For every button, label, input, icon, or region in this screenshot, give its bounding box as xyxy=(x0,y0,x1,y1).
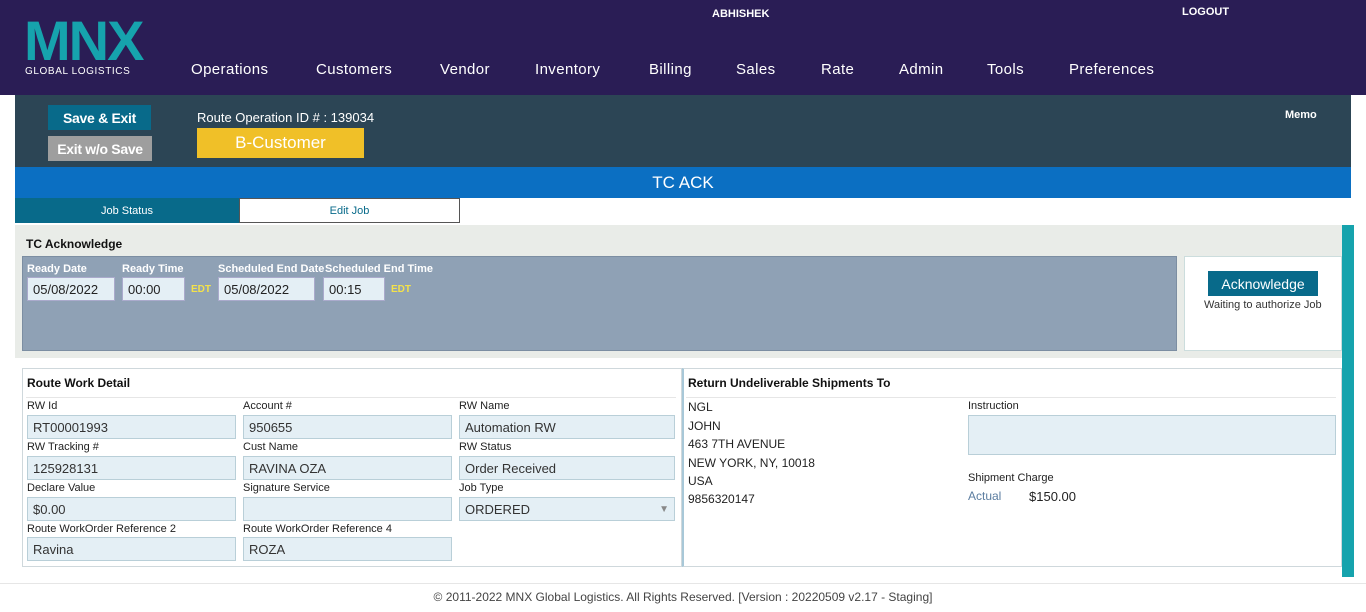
save-exit-button[interactable]: Save & Exit xyxy=(48,105,151,130)
declare-value-label: Declare Value xyxy=(27,482,96,494)
nav-customers[interactable]: Customers xyxy=(316,61,392,78)
status-title-bar: TC ACK xyxy=(15,167,1351,198)
logout-link[interactable]: LOGOUT xyxy=(1182,6,1229,18)
footer-divider xyxy=(0,583,1366,584)
return-address-line: 463 7TH AVENUE xyxy=(688,437,786,451)
return-phone: 9856320147 xyxy=(688,492,755,506)
scheduled-end-date-label: Scheduled End Date xyxy=(218,263,325,275)
actual-amount: $150.00 xyxy=(1029,489,1076,504)
nav-rate[interactable]: Rate xyxy=(821,61,854,78)
customer-badge: B-Customer xyxy=(197,128,364,158)
reference-2-field[interactable]: Ravina xyxy=(27,537,236,561)
tc-acknowledge-title: TC Acknowledge xyxy=(26,237,123,251)
return-address-line: NGL xyxy=(688,400,713,414)
return-address-line: USA xyxy=(688,474,713,488)
scheduled-end-date-field[interactable]: 05/08/2022 xyxy=(218,277,315,301)
return-shipments-title: Return Undeliverable Shipments To xyxy=(688,376,891,390)
rw-status-field[interactable]: Order Received xyxy=(459,456,675,480)
instruction-label: Instruction xyxy=(968,400,1019,412)
cust-name-field[interactable]: RAVINA OZA xyxy=(243,456,452,480)
ready-timezone: EDT xyxy=(191,284,211,295)
nav-inventory[interactable]: Inventory xyxy=(535,61,600,78)
end-timezone: EDT xyxy=(391,284,411,295)
signature-service-label: Signature Service xyxy=(243,482,330,494)
operation-bar: Save & Exit Exit w/o Save Route Operatio… xyxy=(15,95,1351,167)
shipment-charge-label: Shipment Charge xyxy=(968,472,1054,484)
ready-time-field[interactable]: 00:00 xyxy=(122,277,185,301)
scheduled-end-time-field[interactable]: 00:15 xyxy=(323,277,385,301)
reference-2-label: Route WorkOrder Reference 2 xyxy=(27,523,176,535)
instruction-field[interactable] xyxy=(968,415,1336,455)
divider xyxy=(26,397,676,398)
route-work-detail-title: Route Work Detail xyxy=(27,376,131,390)
footer-copyright: © 2011-2022 MNX Global Logistics. All Ri… xyxy=(433,590,933,604)
rw-tracking-field[interactable]: 125928131 xyxy=(27,456,236,480)
scheduled-end-time-label: Scheduled End Time xyxy=(325,263,433,275)
job-type-value: ORDERED xyxy=(465,501,531,517)
tab-job-status[interactable]: Job Status xyxy=(15,198,239,223)
job-type-label: Job Type xyxy=(459,482,504,494)
reference-4-label: Route WorkOrder Reference 4 xyxy=(243,523,392,535)
divider xyxy=(686,397,1336,398)
return-address-line: JOHN xyxy=(688,419,721,433)
actual-label: Actual xyxy=(968,489,1002,503)
scrollbar-thumb[interactable] xyxy=(1342,225,1354,577)
rw-tracking-label: RW Tracking # xyxy=(27,441,99,453)
job-type-select[interactable]: ORDERED ▼ xyxy=(459,497,675,521)
exit-without-save-button[interactable]: Exit w/o Save xyxy=(48,136,152,161)
memo-link[interactable]: Memo xyxy=(1285,109,1317,121)
acknowledge-status-note: Waiting to authorize Job xyxy=(1204,299,1322,311)
nav-tools[interactable]: Tools xyxy=(987,61,1024,78)
top-header: MNX GLOBAL LOGISTICS ABHISHEK LOGOUT Ope… xyxy=(0,0,1366,95)
route-operation-id: Route Operation ID # : 139034 xyxy=(197,110,375,125)
rw-id-label: RW Id xyxy=(27,400,58,412)
ready-time-label: Ready Time xyxy=(122,263,184,275)
nav-operations[interactable]: Operations xyxy=(191,61,268,78)
rw-status-label: RW Status xyxy=(459,441,512,453)
rw-name-label: RW Name xyxy=(459,400,510,412)
reference-4-field[interactable]: ROZA xyxy=(243,537,452,561)
signature-service-field[interactable] xyxy=(243,497,452,521)
account-label: Account # xyxy=(243,400,292,412)
main-nav: Operations Customers Vendor Inventory Bi… xyxy=(0,61,1366,81)
mnx-logo-mark: MNX xyxy=(24,14,146,62)
tab-edit-job[interactable]: Edit Job xyxy=(239,198,460,223)
ready-date-label: Ready Date xyxy=(27,263,87,275)
rw-id-field[interactable]: RT00001993 xyxy=(27,415,236,439)
nav-sales[interactable]: Sales xyxy=(736,61,776,78)
account-field[interactable]: 950655 xyxy=(243,415,452,439)
rw-name-field[interactable]: Automation RW xyxy=(459,415,675,439)
username: ABHISHEK xyxy=(712,8,770,20)
cust-name-label: Cust Name xyxy=(243,441,299,453)
nav-admin[interactable]: Admin xyxy=(899,61,944,78)
chevron-down-icon: ▼ xyxy=(659,504,669,515)
tc-schedule-panel xyxy=(22,256,1177,351)
declare-value-field[interactable]: $0.00 xyxy=(27,497,236,521)
svg-text:MNX: MNX xyxy=(24,14,144,62)
acknowledge-button[interactable]: Acknowledge xyxy=(1208,271,1318,296)
return-address-line: NEW YORK, NY, 10018 xyxy=(688,456,815,470)
nav-vendor[interactable]: Vendor xyxy=(440,61,490,78)
ready-date-field[interactable]: 05/08/2022 xyxy=(27,277,115,301)
nav-billing[interactable]: Billing xyxy=(649,61,692,78)
nav-preferences[interactable]: Preferences xyxy=(1069,61,1154,78)
